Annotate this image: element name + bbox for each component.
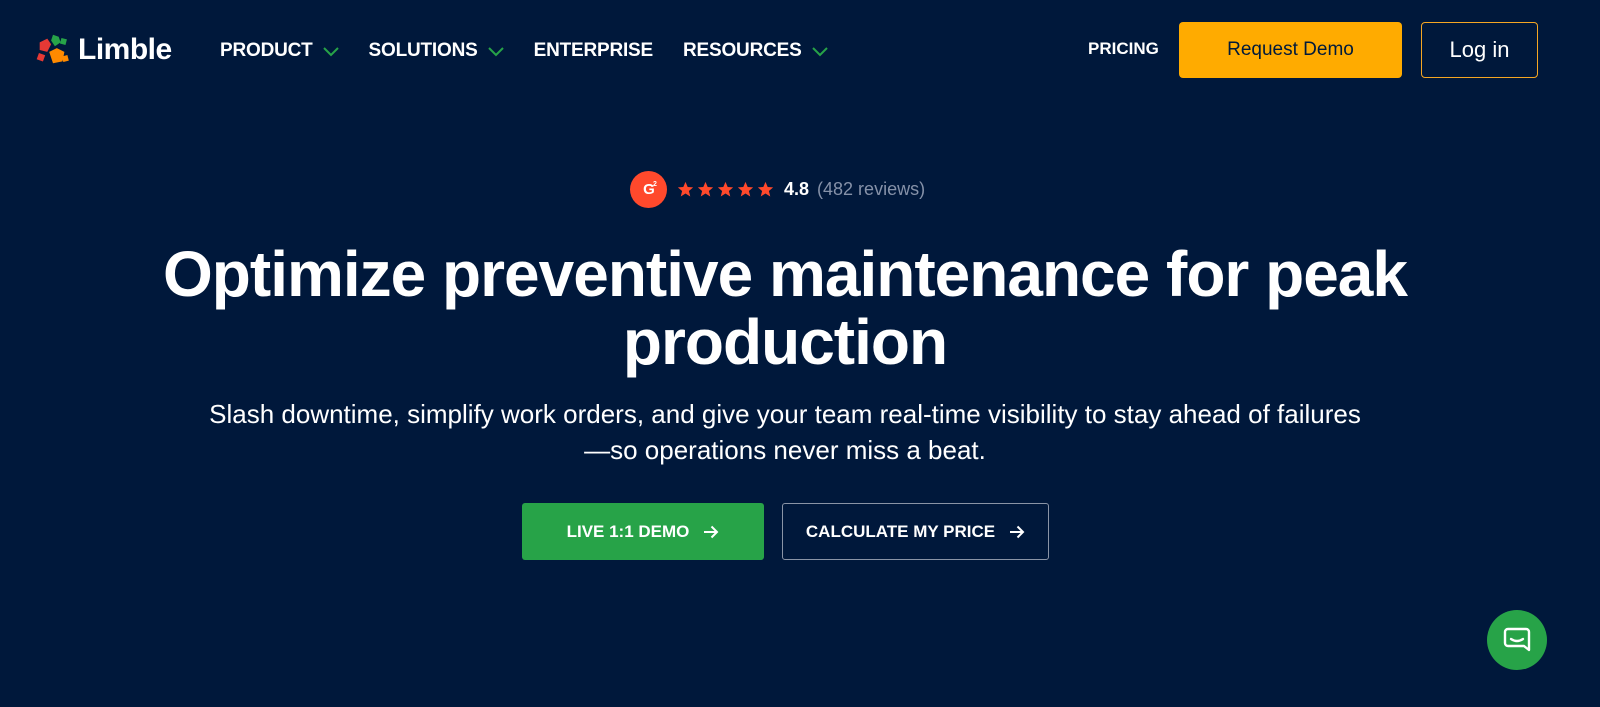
site-header: Limble PRODUCT SOLUTIONS ENTERPRISE RESO… [0,0,1600,100]
arrow-right-icon [704,525,719,538]
nav-item-solutions[interactable]: SOLUTIONS [369,40,504,62]
star-icon [737,181,754,196]
nav-item-label: RESOURCES [683,40,802,61]
live-demo-label: LIVE 1:1 DEMO [566,521,690,541]
g2-rating: G 2 4.8 (482 reviews) [630,170,925,208]
chevron-down-icon [811,47,828,57]
nav-item-resources[interactable]: RESOURCES [683,40,828,62]
star-rating [677,181,774,198]
hero-headline: Optimize preventive maintenance for peak… [163,238,1408,378]
nav-item-product[interactable]: PRODUCT [220,40,339,62]
nav-item-label: PRODUCT [220,40,313,61]
hero-subtext: Slash downtime, simplify work orders, an… [209,399,1361,465]
star-icon [757,181,774,196]
live-demo-button[interactable]: LIVE 1:1 DEMO [522,503,764,560]
rating-score: 4.8 [784,178,810,199]
login-button[interactable]: Log in [1421,22,1538,78]
svg-text:2: 2 [653,181,657,188]
chevron-down-icon [487,47,504,57]
limble-gear-icon [36,34,69,64]
chevron-down-icon [322,47,339,57]
brand-name: Limble [78,33,172,66]
star-icon [677,181,694,196]
calculate-price-label: CALCULATE MY PRICE [805,521,996,541]
calculate-price-button[interactable]: CALCULATE MY PRICE [782,503,1049,560]
limble-logo[interactable]: Limble [34,30,172,70]
main-nav: PRODUCT SOLUTIONS ENTERPRISE RESOURCES [220,36,858,66]
request-demo-button[interactable]: Request Demo [1179,22,1402,78]
nav-item-label: SOLUTIONS [368,40,478,61]
chat-bubble-icon [1503,627,1531,652]
nav-item-enterprise[interactable]: ENTERPRISE [533,40,654,62]
arrow-right-icon [1010,525,1025,538]
review-count[interactable]: (482 reviews) [817,179,925,200]
pricing-link[interactable]: PRICING [1088,39,1159,59]
g2-logo-icon: G 2 [630,170,667,208]
star-icon [697,181,714,196]
star-icon [717,181,734,196]
nav-item-label: ENTERPRISE [533,40,654,61]
chat-launcher-button[interactable] [1487,610,1547,670]
